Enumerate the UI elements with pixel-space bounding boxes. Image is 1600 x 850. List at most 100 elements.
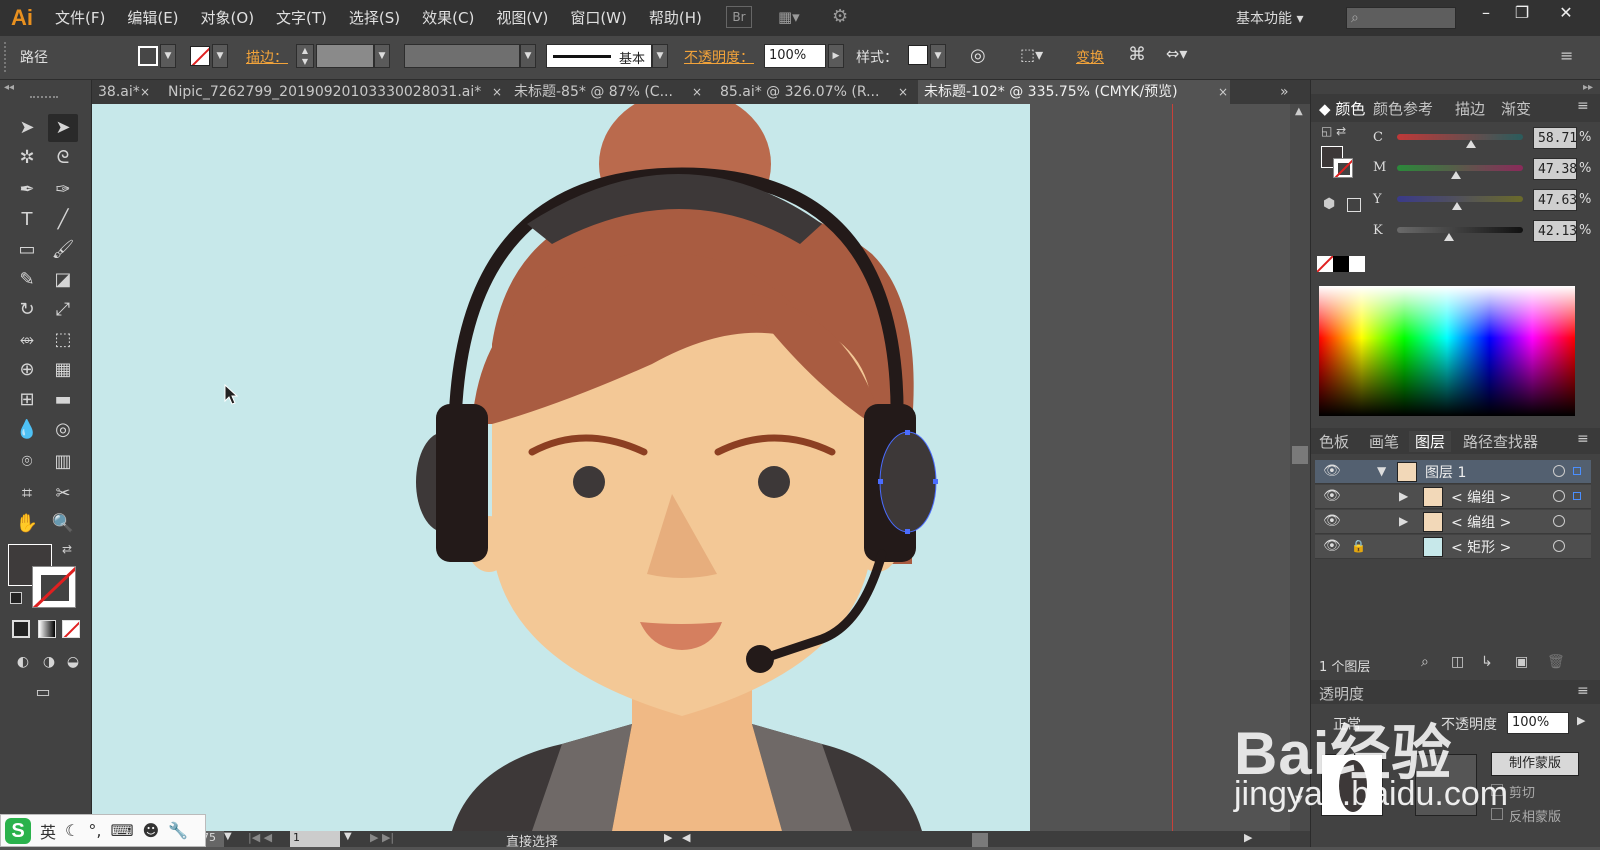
hscroll-thumb[interactable]	[972, 833, 988, 847]
tab-gradient[interactable]: 渐变	[1501, 98, 1531, 119]
color-mode-icon[interactable]	[12, 620, 30, 638]
out-of-gamut-icon[interactable]: ⬢	[1323, 196, 1335, 212]
transparency-opacity-field[interactable]: 100%	[1507, 712, 1569, 734]
curvature-tool-icon[interactable]: ✑	[48, 176, 78, 204]
make-clipping-mask-icon[interactable]: ◫	[1451, 654, 1464, 670]
layer-target-icon[interactable]	[1553, 515, 1565, 527]
opacity-field[interactable]: 100%	[764, 44, 826, 68]
artboard[interactable]	[92, 104, 1030, 831]
close-tab-icon[interactable]: ×	[140, 80, 150, 104]
tab-swatches[interactable]: 色板	[1319, 431, 1349, 452]
stroke-color-box[interactable]	[32, 566, 76, 608]
isolate-group-icon[interactable]: ⌘	[1128, 44, 1146, 65]
search-input[interactable]: ⌕	[1346, 7, 1456, 29]
layer-selected-indicator[interactable]	[1573, 467, 1581, 475]
draw-inside-icon[interactable]: ◒	[58, 648, 88, 676]
symbol-sprayer-tool-icon[interactable]: ⌾	[12, 448, 42, 476]
menu-help[interactable]: 帮助(H)	[638, 0, 713, 36]
graphic-style-swatch[interactable]	[908, 45, 928, 65]
menu-window[interactable]: 窗口(W)	[559, 0, 638, 36]
channel-y-thumb[interactable]	[1452, 202, 1462, 210]
channel-y-input[interactable]: 47.63	[1533, 189, 1577, 211]
artboard-number-field[interactable]: 1	[290, 831, 340, 847]
tab-doc-102[interactable]: 未标题-102* @ 335.75% (CMYK/预览)	[918, 80, 1230, 104]
menu-select[interactable]: 选择(S)	[338, 0, 411, 36]
color-spectrum[interactable]	[1319, 286, 1575, 416]
hscroll-right-icon[interactable]: ▶	[1244, 831, 1252, 844]
expand-triangle-icon[interactable]: ▼	[1377, 464, 1386, 478]
default-colors-icon[interactable]	[10, 592, 22, 604]
stroke-label[interactable]: 描边：	[246, 47, 288, 67]
recolor-artwork-icon[interactable]: ◎	[970, 45, 986, 66]
type-tool-icon[interactable]: T	[12, 206, 42, 234]
scale-tool-icon[interactable]: ⤢	[48, 296, 78, 324]
none-mode-icon[interactable]	[62, 620, 80, 638]
eyedropper-tool-icon[interactable]: 💧	[12, 416, 42, 444]
tab-brushes[interactable]: 画笔	[1369, 431, 1399, 452]
tab-color-guide[interactable]: 颜色参考	[1373, 98, 1433, 119]
opacity-slider-arrow[interactable]: ▶	[1577, 714, 1585, 727]
hscroll-left-icon[interactable]: ◀	[682, 831, 690, 844]
ime-language-toggle[interactable]: 英	[40, 819, 56, 843]
menu-object[interactable]: 对象(O)	[190, 0, 266, 36]
tab-doc-38[interactable]: 38.ai*	[92, 80, 142, 104]
channel-k-input[interactable]: 42.13	[1533, 220, 1577, 242]
channel-m-input[interactable]: 47.38	[1533, 158, 1577, 180]
visibility-eye-icon[interactable]: 👁	[1323, 513, 1341, 529]
scroll-up-icon[interactable]: ▲	[1295, 106, 1303, 117]
panel-stroke-swatch[interactable]	[1333, 158, 1353, 178]
dock-collapse-icon[interactable]: ▸▸	[1583, 82, 1593, 93]
channel-m-thumb[interactable]	[1451, 171, 1461, 179]
control-bar-grip[interactable]	[4, 42, 7, 72]
fill-swatch[interactable]	[138, 46, 158, 66]
swap-fill-stroke-icon[interactable]: ⇄	[62, 542, 72, 556]
layer-target-icon[interactable]	[1553, 465, 1565, 477]
menu-file[interactable]: 文件(F)	[44, 0, 116, 36]
layer-row-rectangle[interactable]: 👁 🔒 < 矩形 >	[1315, 535, 1591, 559]
zoom-tool-icon[interactable]: 🔍	[48, 510, 78, 538]
status-menu-arrow[interactable]: ▶	[664, 831, 672, 844]
ime-moon-icon[interactable]: ☾	[65, 821, 79, 840]
layer-selected-indicator[interactable]	[1573, 492, 1581, 500]
menu-view[interactable]: 视图(V)	[485, 0, 559, 36]
pencil-tool-icon[interactable]: ✎	[12, 266, 42, 294]
lasso-tool-icon[interactable]: ᘓ	[48, 144, 78, 172]
stroke-weight-field[interactable]	[316, 44, 374, 68]
bridge-button[interactable]: Br	[726, 6, 752, 28]
variable-width-profile[interactable]	[404, 44, 520, 68]
perspective-grid-tool-icon[interactable]: ▦	[48, 356, 78, 384]
layers-panel-menu-icon[interactable]: ≡	[1577, 431, 1589, 447]
black-color-swatch[interactable]	[1333, 256, 1349, 272]
arrange-documents-icon[interactable]: ▦▾	[778, 8, 800, 26]
rotate-tool-icon[interactable]: ↻	[12, 296, 42, 324]
ime-keyboard-icon[interactable]: ⌨	[110, 821, 133, 840]
align-to-icon[interactable]: ⬚▾	[1020, 45, 1043, 64]
slice-tool-icon[interactable]: ✂	[48, 480, 78, 508]
stroke-weight-stepper[interactable]: ▲ ▼	[296, 44, 314, 68]
sogou-ime-logo[interactable]: S	[5, 817, 31, 844]
brush-dropdown[interactable]: ▼	[652, 44, 668, 68]
toolbox-grip[interactable]	[30, 96, 58, 100]
width-tool-icon[interactable]: ⥈	[12, 326, 42, 354]
direct-selection-tool-icon[interactable]: ➤	[48, 114, 78, 142]
blend-tool-icon[interactable]: ◎	[48, 416, 78, 444]
hand-tool-icon[interactable]: ✋	[12, 510, 42, 538]
tab-layers[interactable]: 图层	[1409, 431, 1452, 452]
ime-punctuation-icon[interactable]: °,	[88, 821, 101, 840]
lock-icon[interactable]: 🔒	[1351, 539, 1366, 553]
artboard-dropdown[interactable]: ▼	[344, 831, 352, 842]
channel-k-thumb[interactable]	[1444, 233, 1454, 241]
ime-user-icon[interactable]: ☻	[143, 821, 160, 840]
close-window-button[interactable]: ✕	[1550, 2, 1582, 26]
channel-c-slider[interactable]	[1397, 134, 1523, 140]
paintbrush-tool-icon[interactable]: 🖌	[48, 236, 78, 264]
next-artboard-icon[interactable]: ▶ ▶|	[370, 831, 394, 844]
layer-row-group1[interactable]: 👁 ▶ < 编组 >	[1315, 485, 1591, 509]
fill-dropdown[interactable]: ▼	[160, 44, 176, 68]
rectangle-tool-icon[interactable]: ▭	[12, 236, 42, 264]
layer-target-icon[interactable]	[1553, 540, 1565, 552]
visibility-eye-icon[interactable]: 👁	[1323, 488, 1341, 504]
close-tab-icon[interactable]: ×	[1218, 80, 1228, 104]
restore-button[interactable]: ❐	[1506, 2, 1538, 26]
ime-settings-icon[interactable]: 🔧	[168, 821, 188, 840]
